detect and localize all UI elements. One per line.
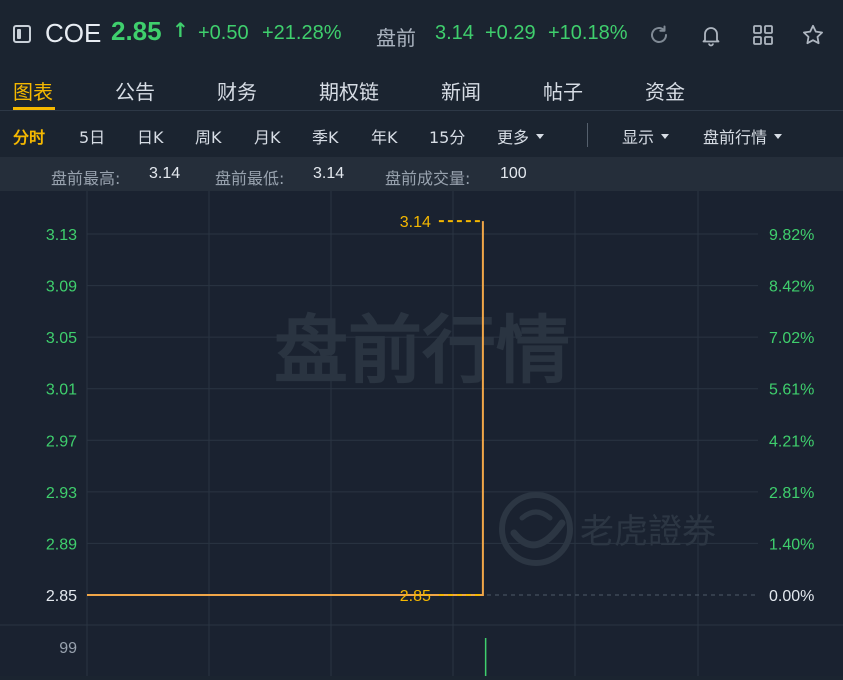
tab-announcements[interactable]: 公告 bbox=[115, 76, 155, 105]
premarket-low-label: 盘前最低: bbox=[215, 169, 285, 188]
ticker-symbol: COE bbox=[45, 18, 102, 48]
y-axis-right-tick-label: 0.00% bbox=[769, 588, 814, 605]
tab-news[interactable]: 新闻 bbox=[441, 76, 481, 105]
y-axis-right-tick-label: 5.61% bbox=[769, 382, 814, 399]
volume-bar bbox=[484, 638, 487, 676]
display-label: 显示 bbox=[622, 128, 655, 147]
brand-watermark: 老虎證券 bbox=[580, 512, 716, 552]
star-icon[interactable] bbox=[801, 23, 825, 47]
tab-financials[interactable]: 财务 bbox=[217, 76, 257, 105]
period-monthly[interactable]: 月K bbox=[254, 124, 281, 148]
period-toolbar: 分时 5日 日K 周K 月K 季K 年K 15分 更多 显示 盘前行情 bbox=[0, 111, 843, 157]
premarket-low-value: 3.14 bbox=[313, 165, 345, 182]
tab-chart[interactable]: 图表 bbox=[13, 76, 53, 105]
y-axis-right-tick-label: 7.02% bbox=[769, 330, 814, 347]
premarket-change-percent: +10.18% bbox=[548, 22, 628, 44]
y-axis-left-tick-label: 2.89 bbox=[46, 536, 77, 553]
period-yearly[interactable]: 年K bbox=[371, 124, 398, 148]
period-5-day[interactable]: 5日 bbox=[79, 124, 105, 148]
y-axis-left-tick-label: 3.05 bbox=[46, 330, 77, 347]
period-15-min[interactable]: 15分 bbox=[429, 124, 465, 148]
premarket-watermark: 盘前行情 bbox=[274, 308, 570, 394]
premarket-high-label: 盘前最高: bbox=[51, 169, 121, 188]
active-tab-indicator bbox=[13, 107, 55, 110]
y-axis-left-tick-label: 2.97 bbox=[46, 433, 77, 450]
quote-header: COE 2.85 ↑ +0.50 +21.28% 盘前 3.14 +0.29 +… bbox=[0, 0, 843, 66]
premarket-high-value: 3.14 bbox=[149, 165, 181, 182]
more-label: 更多 bbox=[497, 128, 530, 147]
y-axis-left-tick-label: 3.13 bbox=[46, 227, 77, 244]
intraday-chart[interactable]: 盘前行情 老虎證券 3.13 3.09 3.05 3.01 2.97 2.93 2.89 2.… bbox=[0, 191, 843, 676]
chevron-down-icon bbox=[774, 134, 783, 139]
y-axis-left-tick-label: 3.01 bbox=[46, 382, 77, 399]
y-axis-right-tick-label: 8.42% bbox=[769, 279, 814, 296]
premarket-quote-label: 盘前行情 bbox=[703, 128, 768, 147]
y-axis-right-tick-label: 4.21% bbox=[769, 433, 814, 450]
premarket-stats-bar: 盘前最高: 3.14 盘前最低: 3.14 盘前成交量: 100 bbox=[0, 157, 843, 191]
y-axis-left-tick-label: 2.85 bbox=[46, 588, 77, 605]
premarket-price: 3.14 bbox=[435, 22, 474, 44]
price-change-percent: +21.28% bbox=[262, 22, 342, 44]
premarket-change: +0.29 bbox=[485, 22, 536, 44]
y-axis-right-tick-label: 9.82% bbox=[769, 227, 814, 244]
toolbar-divider bbox=[587, 123, 588, 147]
y-axis-left-tick-label: 2.93 bbox=[46, 485, 77, 502]
price-line bbox=[87, 221, 484, 596]
premarket-label: 盘前 bbox=[376, 26, 416, 50]
period-daily[interactable]: 日K bbox=[137, 124, 164, 148]
last-price: 2.85 bbox=[111, 16, 162, 46]
price-marker-label: 2.85 bbox=[400, 588, 431, 605]
premarket-quote-dropdown[interactable]: 盘前行情 bbox=[703, 124, 783, 148]
tab-posts[interactable]: 帖子 bbox=[543, 76, 583, 105]
period-weekly[interactable]: 周K bbox=[195, 124, 222, 148]
price-marker-label: 3.14 bbox=[400, 214, 431, 231]
chevron-down-icon bbox=[661, 134, 670, 139]
volume-axis-label: 99 bbox=[59, 640, 77, 657]
price-chart-svg[interactable]: 盘前行情 老虎證券 3.13 3.09 3.05 3.01 2.97 2.93 2.89 2.… bbox=[0, 191, 843, 676]
panel-toggle-icon[interactable] bbox=[13, 25, 31, 43]
grid-icon[interactable] bbox=[751, 23, 775, 47]
refresh-icon[interactable] bbox=[647, 23, 671, 47]
chevron-down-icon bbox=[536, 134, 545, 139]
tab-capital-flow[interactable]: 资金 bbox=[645, 76, 685, 105]
premarket-volume-label: 盘前成交量: bbox=[385, 169, 471, 188]
up-arrow-icon: ↑ bbox=[172, 18, 189, 42]
price-change: +0.50 bbox=[198, 22, 249, 44]
y-axis-left-tick-label: 3.09 bbox=[46, 279, 77, 296]
period-intraday[interactable]: 分时 bbox=[13, 124, 45, 148]
premarket-volume-value: 100 bbox=[500, 165, 527, 182]
section-tabs: 图表 公告 财务 期权链 新闻 帖子 资金 bbox=[0, 66, 843, 111]
tab-options-chain[interactable]: 期权链 bbox=[319, 76, 379, 105]
y-axis-right-tick-label: 1.40% bbox=[769, 536, 814, 553]
tiger-logo-icon bbox=[499, 492, 573, 566]
y-axis-right-tick-label: 2.81% bbox=[769, 485, 814, 502]
more-dropdown[interactable]: 更多 bbox=[497, 124, 545, 148]
display-dropdown[interactable]: 显示 bbox=[622, 124, 670, 148]
period-quarterly[interactable]: 季K bbox=[312, 124, 339, 148]
bell-icon[interactable] bbox=[699, 23, 723, 47]
